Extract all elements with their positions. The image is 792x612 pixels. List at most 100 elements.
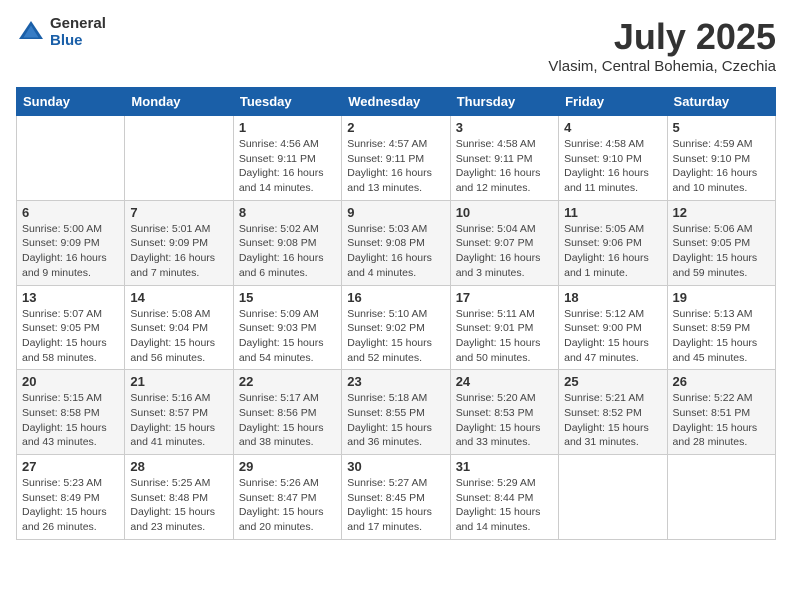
day-number: 5 [673,120,770,135]
calendar-cell: 22 Sunrise: 5:17 AM Sunset: 8:56 PM Dayli… [233,370,341,455]
calendar-cell: 3Sunrise: 4:58 AM Sunset: 9:11 PM Daylig… [450,116,558,201]
calendar-cell: 27 Sunrise: 5:23 AM Sunset: 8:49 PM Dayli… [17,455,125,540]
day-info: Sunrise: 5:08 AM Sunset: 9:04 PM Dayligh… [130,307,227,366]
main-title: July 2025 [548,16,776,58]
calendar-cell: 8 Sunrise: 5:02 AM Sunset: 9:08 PM Daylig… [233,200,341,285]
day-number: 13 [22,290,119,305]
day-number: 2 [347,120,444,135]
day-number: 28 [130,459,227,474]
day-number: 11 [564,205,661,220]
day-number: 22 [239,374,336,389]
day-info: Sunrise: 5:22 AM Sunset: 8:51 PM Dayligh… [673,391,770,450]
day-info: Sunrise: 5:17 AM Sunset: 8:56 PM Dayligh… [239,391,336,450]
calendar-cell: 17Sunrise: 5:11 AM Sunset: 9:01 PM Dayli… [450,285,558,370]
calendar-cell: 10 Sunrise: 5:04 AM Sunset: 9:07 PM Dayli… [450,200,558,285]
calendar-cell: 18Sunrise: 5:12 AM Sunset: 9:00 PM Dayli… [559,285,667,370]
calendar-week-row: 1 Sunrise: 4:56 AM Sunset: 9:11 PM Daylig… [17,116,776,201]
weekday-header: Friday [559,88,667,116]
calendar-cell: 9 Sunrise: 5:03 AM Sunset: 9:08 PM Daylig… [342,200,450,285]
calendar-cell: 19 Sunrise: 5:13 AM Sunset: 8:59 PM Dayli… [667,285,775,370]
calendar-cell: 23 Sunrise: 5:18 AM Sunset: 8:55 PM Dayli… [342,370,450,455]
day-number: 6 [22,205,119,220]
day-number: 7 [130,205,227,220]
calendar-cell: 21Sunrise: 5:16 AM Sunset: 8:57 PM Dayli… [125,370,233,455]
calendar-cell: 6 Sunrise: 5:00 AM Sunset: 9:09 PM Daylig… [17,200,125,285]
day-info: Sunrise: 5:02 AM Sunset: 9:08 PM Dayligh… [239,222,336,281]
day-number: 29 [239,459,336,474]
day-info: Sunrise: 5:27 AM Sunset: 8:45 PM Dayligh… [347,476,444,535]
day-info: Sunrise: 5:20 AM Sunset: 8:53 PM Dayligh… [456,391,553,450]
day-number: 19 [673,290,770,305]
day-info: Sunrise: 5:05 AM Sunset: 9:06 PM Dayligh… [564,222,661,281]
day-number: 20 [22,374,119,389]
day-info: Sunrise: 4:59 AM Sunset: 9:10 PM Dayligh… [673,137,770,196]
weekday-header: Sunday [17,88,125,116]
calendar-table: SundayMondayTuesdayWednesdayThursdayFrid… [16,87,776,540]
calendar-cell [559,455,667,540]
calendar-cell: 29 Sunrise: 5:26 AM Sunset: 8:47 PM Dayli… [233,455,341,540]
day-number: 27 [22,459,119,474]
day-number: 8 [239,205,336,220]
day-info: Sunrise: 4:56 AM Sunset: 9:11 PM Dayligh… [239,137,336,196]
day-info: Sunrise: 5:01 AM Sunset: 9:09 PM Dayligh… [130,222,227,281]
weekday-header: Tuesday [233,88,341,116]
calendar-cell [17,116,125,201]
day-number: 14 [130,290,227,305]
weekday-header-row: SundayMondayTuesdayWednesdayThursdayFrid… [17,88,776,116]
calendar-cell: 4 Sunrise: 4:58 AM Sunset: 9:10 PM Daylig… [559,116,667,201]
day-number: 23 [347,374,444,389]
logo-icon [16,18,46,48]
day-info: Sunrise: 5:18 AM Sunset: 8:55 PM Dayligh… [347,391,444,450]
day-info: Sunrise: 5:04 AM Sunset: 9:07 PM Dayligh… [456,222,553,281]
day-number: 9 [347,205,444,220]
day-info: Sunrise: 4:57 AM Sunset: 9:11 PM Dayligh… [347,137,444,196]
calendar-cell: 11 Sunrise: 5:05 AM Sunset: 9:06 PM Dayli… [559,200,667,285]
weekday-header: Wednesday [342,88,450,116]
day-number: 16 [347,290,444,305]
day-info: Sunrise: 4:58 AM Sunset: 9:11 PM Dayligh… [456,137,553,196]
day-info: Sunrise: 5:16 AM Sunset: 8:57 PM Dayligh… [130,391,227,450]
calendar-cell: 7 Sunrise: 5:01 AM Sunset: 9:09 PM Daylig… [125,200,233,285]
weekday-header: Monday [125,88,233,116]
day-info: Sunrise: 5:23 AM Sunset: 8:49 PM Dayligh… [22,476,119,535]
day-number: 30 [347,459,444,474]
day-info: Sunrise: 5:26 AM Sunset: 8:47 PM Dayligh… [239,476,336,535]
logo-blue: Blue [50,33,106,50]
day-number: 1 [239,120,336,135]
page-header: General Blue July 2025 Vlasim, Central B… [16,16,776,75]
day-info: Sunrise: 5:07 AM Sunset: 9:05 PM Dayligh… [22,307,119,366]
calendar-cell: 25 Sunrise: 5:21 AM Sunset: 8:52 PM Dayli… [559,370,667,455]
day-info: Sunrise: 5:09 AM Sunset: 9:03 PM Dayligh… [239,307,336,366]
day-info: Sunrise: 5:29 AM Sunset: 8:44 PM Dayligh… [456,476,553,535]
day-number: 15 [239,290,336,305]
calendar-cell: 13 Sunrise: 5:07 AM Sunset: 9:05 PM Dayli… [17,285,125,370]
calendar-cell: 5 Sunrise: 4:59 AM Sunset: 9:10 PM Daylig… [667,116,775,201]
day-number: 4 [564,120,661,135]
calendar-cell: 2 Sunrise: 4:57 AM Sunset: 9:11 PM Daylig… [342,116,450,201]
calendar-cell: 12Sunrise: 5:06 AM Sunset: 9:05 PM Dayli… [667,200,775,285]
day-info: Sunrise: 4:58 AM Sunset: 9:10 PM Dayligh… [564,137,661,196]
day-info: Sunrise: 5:21 AM Sunset: 8:52 PM Dayligh… [564,391,661,450]
day-number: 18 [564,290,661,305]
day-info: Sunrise: 5:00 AM Sunset: 9:09 PM Dayligh… [22,222,119,281]
weekday-header: Thursday [450,88,558,116]
day-info: Sunrise: 5:13 AM Sunset: 8:59 PM Dayligh… [673,307,770,366]
day-number: 25 [564,374,661,389]
calendar-cell: 30 Sunrise: 5:27 AM Sunset: 8:45 PM Dayli… [342,455,450,540]
day-info: Sunrise: 5:15 AM Sunset: 8:58 PM Dayligh… [22,391,119,450]
title-area: July 2025 Vlasim, Central Bohemia, Czech… [548,16,776,75]
day-number: 26 [673,374,770,389]
day-number: 10 [456,205,553,220]
logo-general: General [50,16,106,33]
day-number: 12 [673,205,770,220]
day-info: Sunrise: 5:25 AM Sunset: 8:48 PM Dayligh… [130,476,227,535]
day-info: Sunrise: 5:03 AM Sunset: 9:08 PM Dayligh… [347,222,444,281]
day-info: Sunrise: 5:10 AM Sunset: 9:02 PM Dayligh… [347,307,444,366]
calendar-cell [667,455,775,540]
calendar-week-row: 20 Sunrise: 5:15 AM Sunset: 8:58 PM Dayli… [17,370,776,455]
calendar-cell [125,116,233,201]
logo: General Blue [16,16,106,49]
calendar-cell: 24Sunrise: 5:20 AM Sunset: 8:53 PM Dayli… [450,370,558,455]
calendar-cell: 20 Sunrise: 5:15 AM Sunset: 8:58 PM Dayli… [17,370,125,455]
day-number: 17 [456,290,553,305]
